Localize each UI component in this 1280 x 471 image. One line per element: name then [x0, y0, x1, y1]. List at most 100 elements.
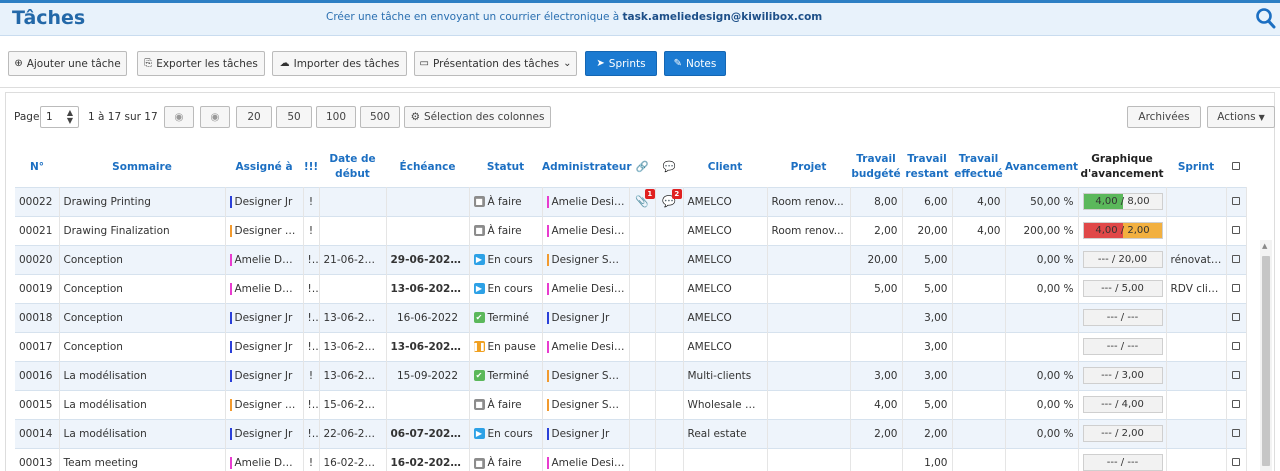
task-summary[interactable]: La modélisation [59, 360, 226, 390]
task-summary[interactable]: Drawing Printing [59, 186, 226, 216]
task-attachments[interactable] [629, 447, 656, 471]
spinner-icon[interactable]: ▲ ▼ [67, 109, 73, 125]
actions-dropdown[interactable]: Actions ▼ [1207, 106, 1275, 128]
task-number[interactable]: 00014 [15, 418, 60, 448]
task-comments[interactable] [655, 389, 684, 419]
table-row[interactable]: 00016 La modélisation Designer Jr! 13-06-20… [15, 360, 1247, 390]
table-row[interactable]: 00015 La modélisation Designer Se...!! 15-0… [15, 389, 1247, 419]
task-comments[interactable] [655, 273, 684, 303]
task-email-address[interactable]: task.ameliedesign@kiwilibox.com [623, 11, 823, 23]
task-number[interactable]: 00018 [15, 302, 60, 332]
task-select[interactable] [1226, 331, 1247, 361]
select-all-checkbox[interactable] [1232, 161, 1240, 170]
task-number[interactable]: 00020 [15, 244, 60, 274]
task-select[interactable] [1226, 360, 1247, 390]
task-number[interactable]: 00015 [15, 389, 60, 419]
task-select[interactable] [1226, 215, 1247, 245]
page-size-100[interactable]: 100 [316, 106, 356, 128]
row-checkbox[interactable] [1232, 341, 1240, 350]
row-checkbox[interactable] [1232, 428, 1240, 437]
sprints-button[interactable]: ➤ Sprints [585, 51, 657, 76]
task-comments[interactable] [655, 447, 684, 471]
task-status[interactable]: ■ À faire [469, 215, 543, 245]
col-progress[interactable]: Avancement [1005, 148, 1078, 187]
task-summary[interactable]: Conception [59, 331, 226, 361]
task-status[interactable]: ▶ En cours [469, 418, 543, 448]
task-select[interactable] [1226, 447, 1247, 471]
col-num[interactable]: N° [15, 148, 59, 187]
task-comments[interactable] [655, 302, 684, 332]
task-number[interactable]: 00016 [15, 360, 60, 390]
table-row[interactable]: 00019 Conception Amelie Desi...!!! 13-06-20… [15, 273, 1247, 303]
col-assigned[interactable]: Assigné à [225, 148, 303, 187]
task-status[interactable]: ❚❚ En pause [469, 331, 543, 361]
notes-button[interactable]: ✎ Notes [664, 51, 726, 76]
previous-page-button[interactable]: ◉ [164, 106, 194, 128]
scrollbar-thumb[interactable] [1262, 256, 1270, 466]
col-priority[interactable]: !!! [303, 148, 319, 187]
import-tasks-button[interactable]: ☁ Importer des tâches [272, 51, 407, 76]
task-comments[interactable] [655, 360, 684, 390]
row-checkbox[interactable] [1232, 457, 1240, 466]
task-summary[interactable]: Drawing Finalization [59, 215, 226, 245]
row-checkbox[interactable] [1232, 312, 1240, 321]
attachment-icon[interactable]: 📎 1 [635, 189, 654, 208]
next-page-button[interactable]: ◉ [200, 106, 230, 128]
task-number[interactable]: 00013 [15, 447, 60, 471]
task-summary[interactable]: Conception [59, 302, 226, 332]
task-attachments[interactable] [629, 331, 656, 361]
task-status[interactable]: ✔ Terminé [469, 302, 543, 332]
task-number[interactable]: 00022 [15, 186, 60, 216]
task-attachments[interactable] [629, 302, 656, 332]
table-row[interactable]: 00018 Conception Designer Jr!! 13-06-2022 16… [15, 302, 1247, 332]
task-summary[interactable]: La modélisation [59, 418, 226, 448]
page-number-input[interactable]: 1 ▲ ▼ [40, 106, 79, 128]
task-status[interactable]: ■ À faire [469, 389, 543, 419]
task-number[interactable]: 00021 [15, 215, 60, 245]
task-select[interactable] [1226, 273, 1247, 303]
col-select-all[interactable] [1226, 148, 1246, 187]
task-select[interactable] [1226, 244, 1247, 274]
col-remaining[interactable]: Travail restant [902, 148, 952, 187]
table-row[interactable]: 00022 Drawing Printing Designer Jr! ■ À fair… [15, 186, 1247, 216]
task-select[interactable] [1226, 418, 1247, 448]
page-size-20[interactable]: 20 [236, 106, 272, 128]
task-summary[interactable]: La modélisation [59, 389, 226, 419]
task-select[interactable] [1226, 186, 1247, 216]
col-summary[interactable]: Sommaire [59, 148, 225, 187]
comment-icon[interactable]: 💬 2 [662, 189, 682, 208]
task-comments[interactable] [655, 331, 684, 361]
table-row[interactable]: 00020 Conception Amelie Desi...!!! 21-06-20… [15, 244, 1247, 274]
task-status[interactable]: ■ À faire [469, 186, 543, 216]
task-comments[interactable] [655, 244, 684, 274]
task-status[interactable]: ▶ En cours [469, 273, 543, 303]
task-attachments[interactable] [629, 215, 656, 245]
col-budget[interactable]: Travail budgété [850, 148, 902, 187]
col-start[interactable]: Date de début [319, 148, 386, 187]
table-row[interactable]: 00013 Team meeting Amelie Desi...! 16-02-20… [15, 447, 1247, 471]
task-summary[interactable]: Conception [59, 244, 226, 274]
add-task-button[interactable]: ⊕ Ajouter une tâche [8, 51, 127, 76]
task-status[interactable]: ▶ En cours [469, 244, 543, 274]
col-admin[interactable]: Administrateur [542, 148, 632, 187]
column-selection-button[interactable]: ⚙ Sélection des colonnes [404, 106, 551, 128]
task-attachments[interactable] [629, 244, 656, 274]
task-attachments[interactable] [629, 273, 656, 303]
row-checkbox[interactable] [1232, 254, 1240, 263]
task-attachments[interactable] [629, 418, 656, 448]
task-comments[interactable] [655, 215, 684, 245]
scroll-up-icon[interactable]: ▲ [1262, 242, 1267, 250]
task-summary[interactable]: Conception [59, 273, 226, 303]
task-select[interactable] [1226, 389, 1247, 419]
table-row[interactable]: 00017 Conception Designer Jr!! 13-06-2022 13… [15, 331, 1247, 361]
page-size-50[interactable]: 50 [276, 106, 312, 128]
export-tasks-button[interactable]: ⎘ Exporter les tâches [137, 51, 265, 76]
table-row[interactable]: 00021 Drawing Finalization Designer Se...!… [15, 215, 1247, 245]
table-scrollbar[interactable]: ▲ [1260, 240, 1272, 471]
col-due[interactable]: Échéance [386, 148, 469, 187]
table-row[interactable]: 00014 La modélisation Designer Jr!!! 22-06-… [15, 418, 1247, 448]
task-comments[interactable] [655, 418, 684, 448]
col-sprint[interactable]: Sprint [1166, 148, 1226, 187]
task-number[interactable]: 00019 [15, 273, 60, 303]
task-number[interactable]: 00017 [15, 331, 60, 361]
